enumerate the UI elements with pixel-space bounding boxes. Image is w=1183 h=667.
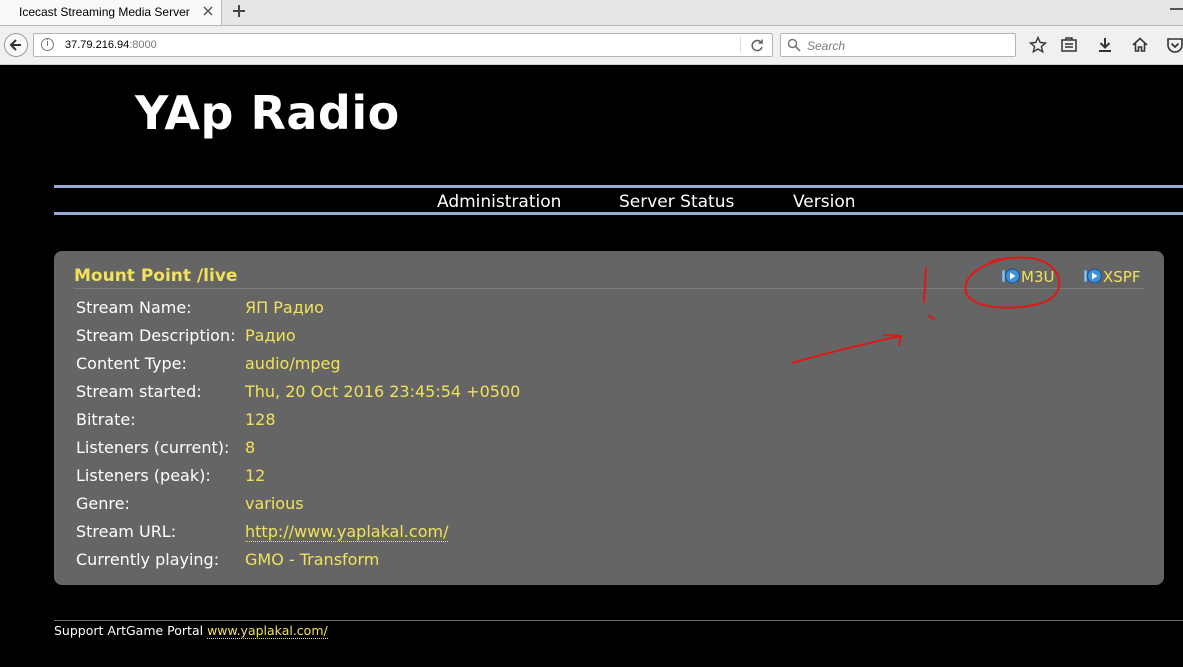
- m3u-label: M3U: [1021, 268, 1055, 286]
- stream-description-label: Stream Description:: [76, 326, 236, 345]
- content-type-label: Content Type:: [76, 354, 187, 373]
- close-tab-icon[interactable]: [200, 3, 216, 19]
- stream-name-value: ЯП Радио: [245, 298, 324, 317]
- search-icon: [787, 38, 801, 52]
- download-icon[interactable]: [1096, 36, 1114, 54]
- tab-title: Icecast Streaming Media Server: [19, 5, 190, 19]
- tab-bar: Icecast Streaming Media Server: [0, 0, 1183, 26]
- bookmark-star-icon[interactable]: [1029, 36, 1047, 54]
- bitrate-label: Bitrate:: [76, 410, 136, 429]
- footer-link[interactable]: www.yaplakal.com/: [207, 623, 328, 639]
- pocket-icon[interactable]: [1166, 36, 1183, 54]
- home-icon[interactable]: [1131, 36, 1149, 54]
- footer-text: Support ArtGame Portal: [54, 623, 208, 638]
- stream-description-value: Радио: [245, 326, 296, 345]
- reload-icon[interactable]: [749, 38, 765, 54]
- xspf-link[interactable]: XSPF: [1083, 268, 1140, 286]
- mount-point-panel: Mount Point /live M3U XSPF Stream Name: …: [54, 251, 1164, 585]
- listeners-peak-value: 12: [245, 466, 266, 485]
- site-title: YAp Radio: [135, 86, 400, 140]
- footer: Support ArtGame Portal www.yaplakal.com/: [54, 623, 328, 639]
- content-type-value: audio/mpeg: [245, 354, 341, 373]
- stream-started-value: Thu, 20 Oct 2016 23:45:54 +0500: [245, 382, 521, 401]
- panel-divider: [74, 288, 1144, 289]
- reading-list-icon[interactable]: [1060, 36, 1078, 54]
- stream-name-label: Stream Name:: [76, 298, 192, 317]
- back-arrow-icon: [9, 39, 21, 51]
- play-icon: [1083, 268, 1102, 284]
- browser-tab[interactable]: Icecast Streaming Media Server: [0, 0, 222, 25]
- new-tab-icon[interactable]: [229, 1, 249, 21]
- site-info-icon[interactable]: i: [41, 38, 54, 51]
- listeners-current-label: Listeners (current):: [76, 438, 230, 457]
- minimize-icon[interactable]: [1170, 8, 1183, 10]
- stream-url-link[interactable]: http://www.yaplakal.com/: [245, 522, 449, 542]
- stream-url-label: Stream URL:: [76, 522, 177, 541]
- url-separator: [740, 37, 741, 53]
- nav-divider-top: [54, 185, 1183, 188]
- back-button[interactable]: [4, 33, 28, 57]
- mount-point-title: Mount Point /live: [74, 266, 238, 286]
- m3u-link[interactable]: M3U: [1001, 268, 1054, 286]
- search-bar[interactable]: Search: [780, 33, 1016, 57]
- nav-server-status[interactable]: Server Status: [619, 192, 734, 212]
- nav-administration[interactable]: Administration: [437, 192, 561, 212]
- url-host: 37.79.216.94: [65, 39, 130, 51]
- nav-version[interactable]: Version: [793, 192, 856, 212]
- navigation-toolbar: i 37.79.216.94:8000 Search: [0, 26, 1183, 65]
- genre-label: Genre:: [76, 494, 130, 513]
- address-bar[interactable]: i 37.79.216.94:8000: [33, 33, 773, 57]
- play-icon: [1001, 268, 1020, 284]
- search-placeholder: Search: [807, 39, 846, 53]
- stream-started-label: Stream started:: [76, 382, 202, 401]
- nav-divider-bottom: [54, 212, 1183, 215]
- bitrate-value: 128: [245, 410, 276, 429]
- url-text: 37.79.216.94:8000: [65, 39, 157, 51]
- genre-value: various: [245, 494, 304, 513]
- xspf-label: XSPF: [1103, 268, 1141, 286]
- url-port: :8000: [129, 39, 157, 51]
- currently-playing-value: GMO - Transform: [245, 550, 380, 569]
- listeners-peak-label: Listeners (peak):: [76, 466, 211, 485]
- listeners-current-value: 8: [245, 438, 256, 457]
- currently-playing-label: Currently playing:: [76, 550, 220, 569]
- footer-divider: [54, 620, 1183, 621]
